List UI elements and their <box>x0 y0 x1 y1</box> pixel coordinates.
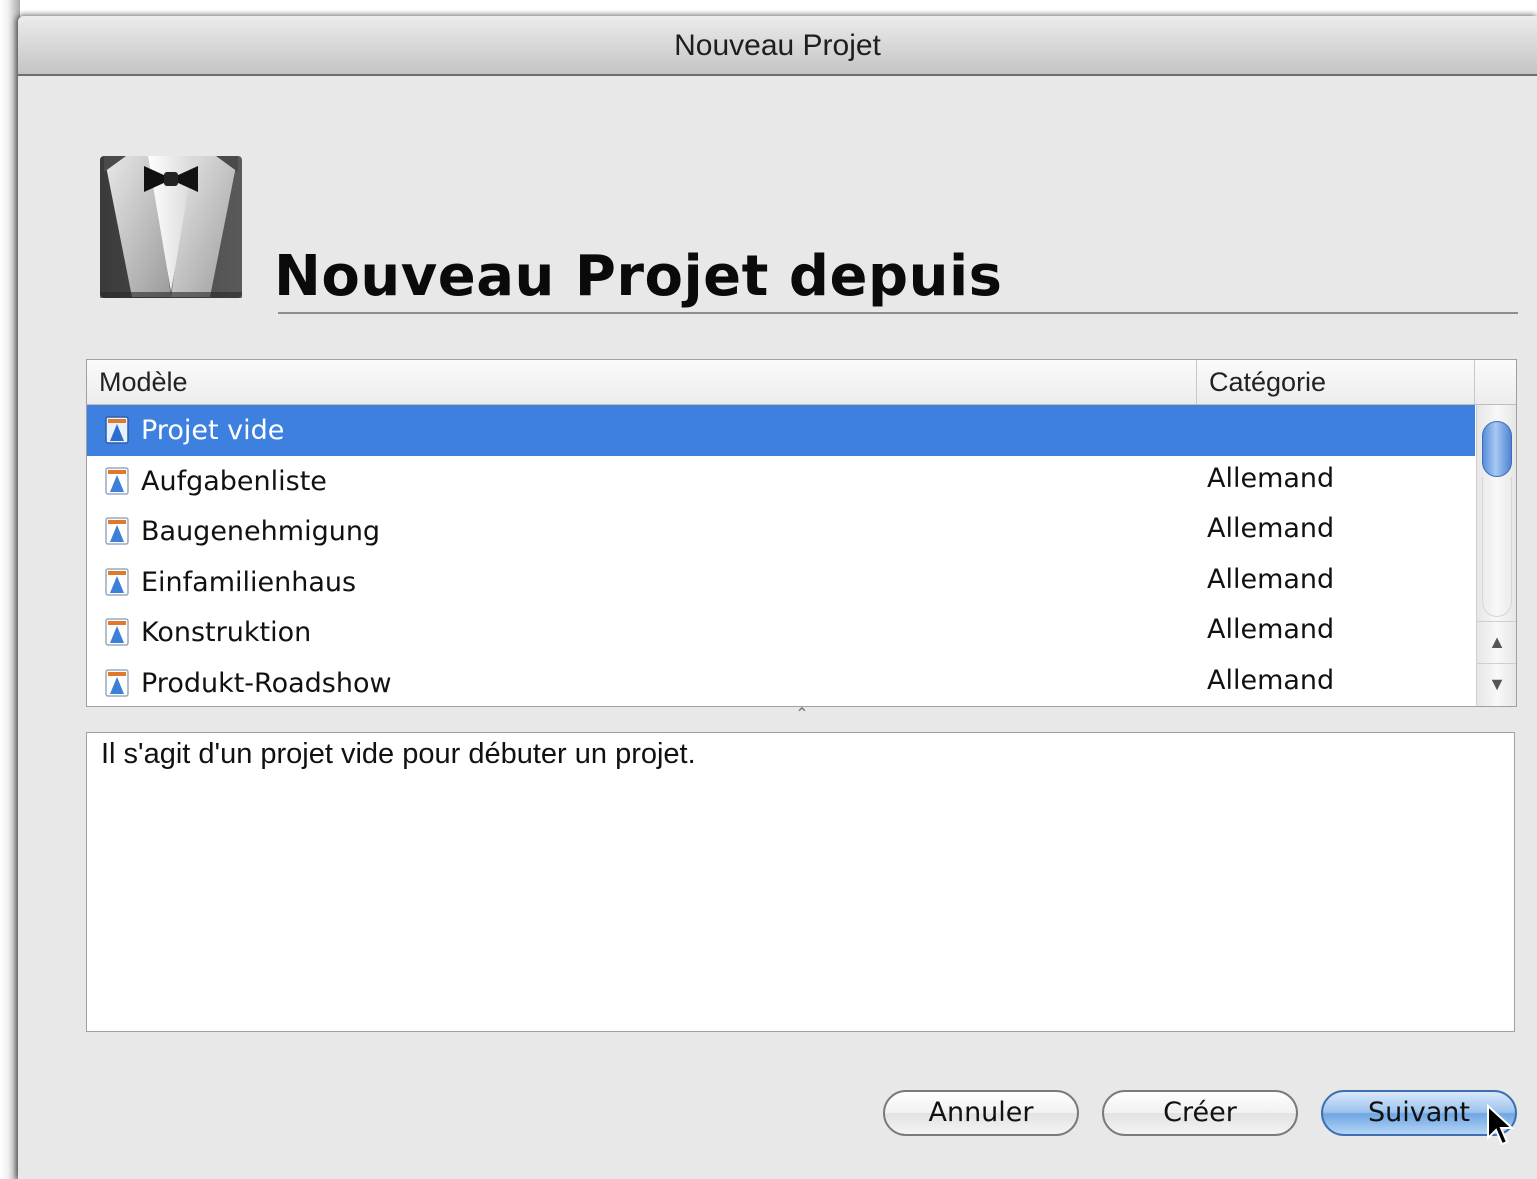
project-document-icon <box>105 517 129 545</box>
split-view-handle-icon[interactable]: ⌃ <box>790 707 814 723</box>
new-project-dialog: Nouveau Projet Nouveau Projet depuis Mod… <box>18 16 1537 1179</box>
table-row[interactable]: Produkt-Roadshow Allemand <box>87 658 1475 707</box>
column-header-model[interactable]: Modèle <box>87 360 1197 404</box>
project-document-icon <box>105 618 129 646</box>
scroll-down-arrow-icon[interactable]: ▼ <box>1477 663 1516 704</box>
row-category: Allemand <box>1207 462 1335 494</box>
scroll-up-arrow-icon[interactable]: ▲ <box>1477 621 1516 662</box>
row-name: Produkt-Roadshow <box>141 667 392 699</box>
heading-divider <box>278 312 1518 314</box>
window-edge-shadow <box>0 0 20 1179</box>
row-name: Einfamilienhaus <box>141 566 357 598</box>
project-document-icon <box>105 567 129 596</box>
tuxedo-icon <box>100 156 242 298</box>
description-box: Il s'agit d'un projet vide pour débuter … <box>86 732 1515 1032</box>
scroll-track[interactable] <box>1482 477 1512 617</box>
create-button[interactable]: Créer <box>1102 1090 1298 1136</box>
vertical-scrollbar[interactable]: ▲ ▼ <box>1476 405 1516 706</box>
row-category: Allemand <box>1207 614 1335 645</box>
template-table: Modèle Catégorie Projet vide Aufgabenlis… <box>86 359 1517 707</box>
row-name: Konstruktion <box>141 617 312 648</box>
column-header-category[interactable]: Catégorie <box>1197 360 1475 404</box>
row-category: Allemand <box>1207 513 1335 544</box>
project-document-icon <box>105 416 129 444</box>
project-document-icon <box>105 668 129 697</box>
table-row[interactable]: Einfamilienhaus Allemand <box>87 557 1475 608</box>
mouse-pointer-icon <box>1487 1104 1515 1146</box>
row-category: Allemand <box>1207 563 1335 595</box>
table-header: Modèle Catégorie <box>87 360 1516 405</box>
cancel-button[interactable]: Annuler <box>883 1090 1079 1136</box>
row-name: Aufgabenliste <box>141 465 327 497</box>
table-row[interactable]: Aufgabenliste Allemand <box>87 456 1475 507</box>
template-list: Projet vide Aufgabenliste Allemand Bauge… <box>87 405 1475 707</box>
table-row[interactable]: Konstruktion Allemand <box>87 607 1475 658</box>
row-name: Baugenehmigung <box>141 516 381 547</box>
title-bar[interactable]: Nouveau Projet <box>18 16 1537 76</box>
table-row[interactable]: Baugenehmigung Allemand <box>87 506 1475 557</box>
scroll-thumb[interactable] <box>1482 421 1512 477</box>
description-text: Il s'agit d'un projet vide pour débuter … <box>101 738 696 770</box>
column-header-corner <box>1475 360 1516 404</box>
project-document-icon <box>105 466 129 495</box>
row-category: Allemand <box>1207 664 1335 696</box>
window-title: Nouveau Projet <box>674 29 881 62</box>
table-row[interactable]: Projet vide <box>87 405 1475 456</box>
page-heading: Nouveau Projet depuis <box>274 244 1003 309</box>
row-name: Projet vide <box>141 415 285 446</box>
